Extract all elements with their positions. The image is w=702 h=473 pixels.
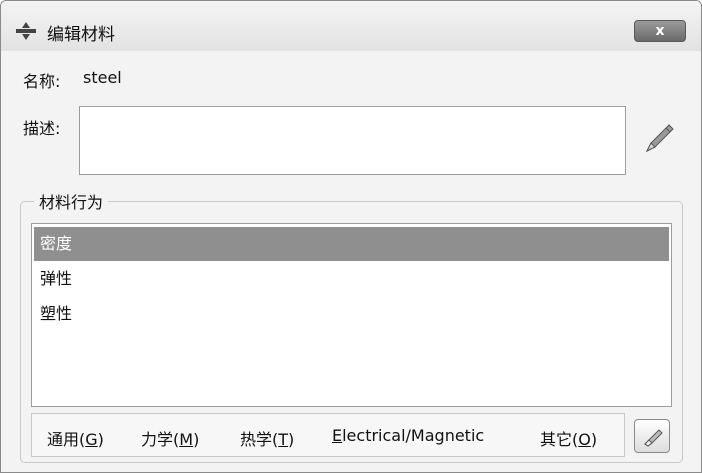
menu-electrical-magnetic[interactable]: Electrical/Magnetic [332,426,484,445]
close-button[interactable]: x [634,20,686,42]
behavior-menu-bar: 通用(G) 力学(M) 热学(T) Electrical/Magnetic 其它… [31,413,625,457]
menu-general[interactable]: 通用(G) [47,426,104,450]
name-value: steel [83,68,122,87]
list-item[interactable]: 塑性 [34,297,669,331]
menu-thermal[interactable]: 热学(T) [240,426,294,450]
material-behaviors-title: 材料行为 [34,189,109,213]
menu-mechanical[interactable]: 力学(M) [141,426,199,450]
description-field[interactable] [79,106,626,175]
description-label: 描述: [23,119,61,138]
material-icon [16,22,36,40]
edit-material-dialog: 编辑材料 x 名称: steel 描述: 材料行为 密度 弹性 塑性 通用(G)… [0,0,702,473]
title-bar: 编辑材料 x [1,1,701,51]
eraser-icon [644,429,663,447]
edit-behavior-button[interactable] [634,419,670,453]
behaviors-list: 密度 弹性 塑性 [31,223,672,407]
name-label: 名称: [23,72,61,91]
list-item[interactable]: 弹性 [34,262,669,296]
window-title: 编辑材料 [47,25,115,45]
menu-other[interactable]: 其它(O) [540,426,597,450]
list-item[interactable]: 密度 [34,227,669,261]
pencil-icon[interactable] [639,121,677,157]
